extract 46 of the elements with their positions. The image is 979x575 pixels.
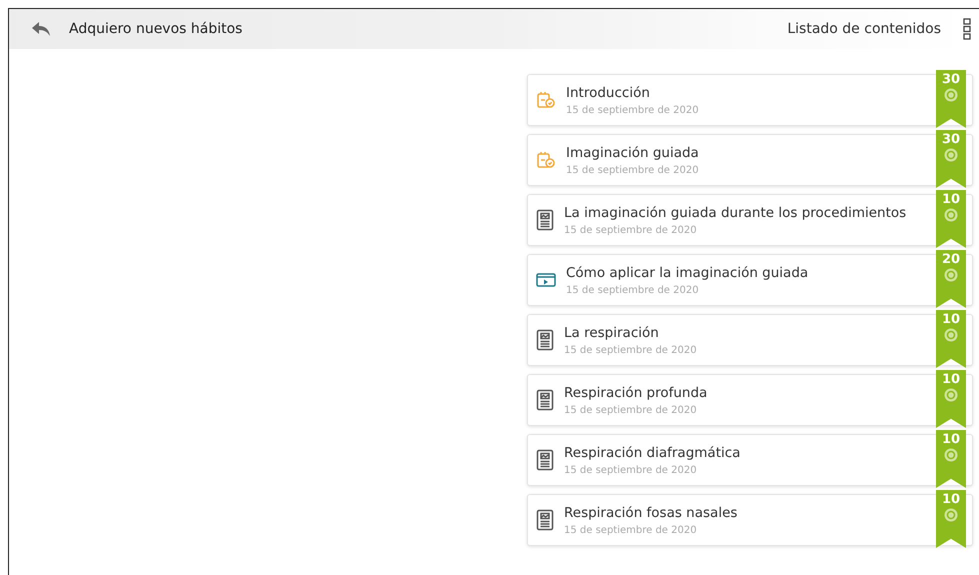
item-date: 15 de septiembre de 2020 — [564, 224, 698, 236]
coin-icon — [944, 88, 958, 102]
document-icon — [536, 509, 554, 531]
list-icon — [963, 18, 971, 40]
document-icon — [536, 389, 554, 411]
points-value: 10 — [942, 432, 960, 447]
points-value: 30 — [942, 132, 960, 147]
document-icon — [536, 329, 554, 351]
item-date: 15 de septiembre de 2020 — [566, 164, 699, 176]
document-icon — [536, 449, 554, 471]
item-date: 15 de septiembre de 2020 — [564, 404, 698, 416]
coin-icon — [944, 508, 958, 522]
list-button[interactable] — [963, 18, 971, 40]
task-icon — [536, 90, 556, 110]
points-value: 10 — [942, 492, 960, 507]
item-title: Introducción — [566, 84, 651, 100]
page-title: Adquiero nuevos hábitos — [69, 21, 242, 37]
points-value: 10 — [942, 372, 960, 387]
back-button[interactable] — [31, 21, 51, 37]
item-date: 15 de septiembre de 2020 — [564, 524, 698, 536]
item-title: Imaginación guiada — [566, 144, 699, 160]
item-date: 15 de septiembre de 2020 — [564, 344, 697, 356]
coin-icon — [944, 388, 958, 402]
item-title: Cómo aplicar la imaginación guiada — [566, 264, 808, 280]
contents-link[interactable]: Listado de contenidos — [787, 21, 941, 37]
document-icon — [536, 209, 554, 231]
item-date: 15 de septiembre de 2020 — [566, 104, 699, 116]
points-value: 10 — [942, 192, 960, 207]
item-title: Respiración fosas nasales — [564, 504, 738, 520]
item-title: Respiración profunda — [564, 384, 708, 400]
coin-icon — [944, 268, 958, 282]
points-value: 30 — [942, 72, 960, 87]
item-title: La imaginación guiada durante los procedimientos — [564, 204, 906, 220]
coin-icon — [944, 448, 958, 462]
task-icon — [536, 150, 556, 170]
item-title: La respiración — [564, 324, 660, 340]
coin-icon — [944, 328, 958, 342]
item-date: 15 de septiembre de 2020 — [566, 284, 700, 296]
item-title: Respiración diafragmática — [564, 444, 740, 460]
coin-icon — [944, 208, 958, 222]
back-arrow-icon — [31, 21, 51, 37]
video-icon — [536, 272, 556, 288]
coin-icon — [944, 148, 958, 162]
points-value: 20 — [942, 252, 960, 267]
item-date: 15 de septiembre de 2020 — [564, 464, 698, 476]
points-value: 10 — [942, 312, 960, 327]
